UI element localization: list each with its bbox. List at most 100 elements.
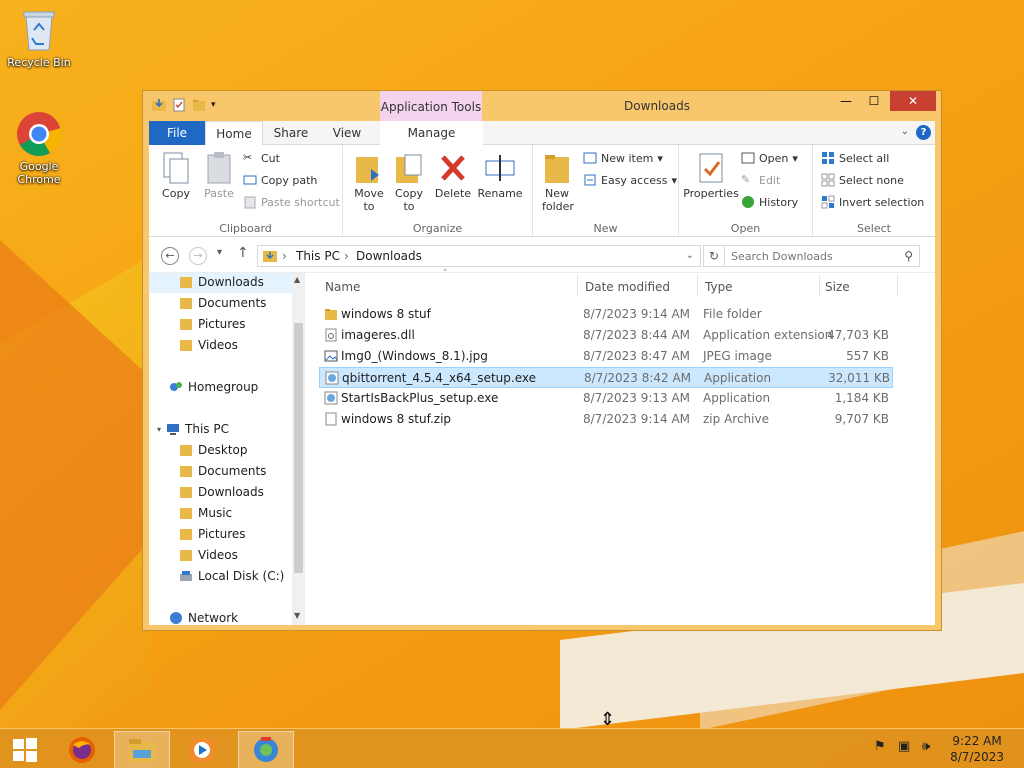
nav-item-documents[interactable]: Documents	[179, 464, 266, 478]
taskbar-media-player[interactable]	[174, 731, 230, 768]
folder-icon	[324, 307, 338, 321]
downloads-folder-icon	[262, 249, 278, 269]
file-row[interactable]: Img0_(Windows_8.1).jpg 8/7/2023 8:47 AM JP…	[319, 346, 893, 367]
file-type: JPEG image	[703, 349, 772, 363]
open-button[interactable]: Open ▾	[741, 151, 798, 165]
copy-path-button[interactable]: Copy path	[243, 173, 317, 187]
taskbar-installer[interactable]	[238, 731, 294, 768]
maximize-button[interactable]: ☐	[861, 91, 887, 111]
nav-item-local-disk[interactable]: Local Disk (C:)	[179, 569, 284, 583]
tab-share[interactable]: Share	[263, 121, 319, 145]
file-date-modified: 8/7/2023 8:42 AM	[584, 371, 692, 385]
search-input[interactable]	[725, 246, 895, 266]
desktop-icon-recycle-bin[interactable]: Recycle Bin	[2, 6, 76, 69]
paste-button[interactable]: Paste	[199, 151, 239, 200]
edit-button[interactable]: ✎ Edit	[741, 173, 780, 187]
nav-item-desktop[interactable]: Desktop	[179, 443, 248, 457]
recycle-bin-icon	[15, 6, 63, 54]
ribbon-expand-icon[interactable]: ⌄	[901, 126, 909, 137]
address-bar[interactable]: › This PC › Downloads ⌄	[257, 245, 701, 267]
nav-item-network[interactable]: Network	[169, 611, 238, 625]
close-button[interactable]: ✕	[890, 91, 936, 111]
system-clock[interactable]: 9:22 AM 8/7/2023	[950, 733, 1004, 765]
paste-icon	[203, 151, 235, 185]
history-button[interactable]: History	[741, 195, 798, 209]
taskbar-firefox[interactable]	[54, 731, 110, 768]
start-button[interactable]	[0, 731, 50, 768]
copy-to-button[interactable]: Copy to	[389, 151, 429, 213]
tab-home[interactable]: Home	[205, 121, 263, 146]
open-icon	[741, 151, 755, 165]
volume-icon[interactable]: 🕪	[922, 739, 930, 754]
copy-button[interactable]: Copy	[155, 151, 197, 200]
cut-button[interactable]: ✂ Cut	[243, 151, 280, 165]
copy-folder-icon	[393, 151, 425, 185]
breadcrumb-downloads[interactable]: Downloads	[356, 246, 422, 266]
easy-access-button[interactable]: Easy access ▾	[583, 173, 677, 187]
search-icon[interactable]: ⚲	[904, 249, 913, 263]
nav-item-music[interactable]: Music	[179, 506, 232, 520]
delete-button[interactable]: Delete	[433, 151, 473, 200]
forward-button[interactable]: →	[189, 247, 207, 265]
scroll-up-icon[interactable]: ▲	[294, 275, 300, 284]
nav-item-videos[interactable]: Videos	[179, 548, 238, 562]
scroll-down-icon[interactable]: ▼	[294, 611, 300, 620]
file-explorer-window: ▾ Application Tools Downloads — ☐ ✕ File…	[142, 90, 942, 730]
help-icon[interactable]: ?	[916, 125, 931, 140]
nav-item-pictures[interactable]: Pictures	[179, 527, 246, 541]
nav-item-documents[interactable]: Documents	[179, 296, 266, 310]
folder-icon	[179, 338, 193, 352]
column-header-name[interactable]: Name	[325, 280, 360, 294]
drive-icon	[179, 569, 193, 583]
nav-item-videos[interactable]: Videos	[179, 338, 238, 352]
zip-icon	[324, 412, 338, 426]
action-center-flag-icon[interactable]: ⚑	[874, 739, 886, 754]
move-to-button[interactable]: Move to	[349, 151, 389, 213]
tab-view[interactable]: View	[319, 121, 375, 145]
up-arrow-icon[interactable]: ↑	[237, 245, 249, 261]
tab-manage[interactable]: Manage	[380, 121, 483, 145]
nav-scrollbar-thumb[interactable]	[294, 323, 303, 573]
invert-selection-button[interactable]: Invert selection	[821, 195, 924, 209]
new-item-button[interactable]: New item ▾	[583, 151, 663, 165]
column-header-size[interactable]: Size	[825, 280, 850, 294]
nav-scrollbar[interactable]: ▲ ▼	[292, 273, 304, 625]
back-button[interactable]: ←	[161, 247, 179, 265]
file-name: windows 8 stuf	[341, 307, 431, 321]
taskbar-file-explorer[interactable]	[114, 731, 170, 768]
column-header-date[interactable]: Date modified	[585, 280, 670, 294]
nav-item-pictures[interactable]: Pictures	[179, 317, 246, 331]
recent-locations-icon[interactable]: ▾	[217, 247, 222, 258]
file-type: zip Archive	[703, 412, 769, 426]
properties-button[interactable]: Properties	[683, 151, 739, 200]
nav-item-this-pc[interactable]: ▾ This PC	[157, 422, 229, 436]
rename-button[interactable]: Rename	[477, 151, 523, 200]
properties-check-icon	[695, 151, 727, 185]
minimize-button[interactable]: —	[833, 91, 859, 111]
nav-item-homegroup[interactable]: Homegroup	[169, 380, 258, 394]
paste-shortcut-button[interactable]: Paste shortcut	[243, 195, 340, 209]
desktop-icon-google-chrome[interactable]: Google Chrome	[2, 110, 76, 186]
new-folder-button[interactable]: New folder	[537, 151, 577, 213]
file-row[interactable]: imageres.dll 8/7/2023 8:44 AM Application …	[319, 325, 893, 346]
taskbar: ⚑ ▣ 🕪 9:22 AM 8/7/2023	[0, 728, 1024, 768]
select-none-button[interactable]: Select none	[821, 173, 904, 187]
address-dropdown-icon[interactable]: ⌄	[686, 246, 694, 266]
file-row[interactable]: windows 8 stuf.zip 8/7/2023 9:14 AM zip Ar…	[319, 409, 893, 430]
new-item-icon	[583, 151, 597, 165]
network-icon[interactable]: ▣	[898, 739, 910, 754]
nav-item-downloads[interactable]: Downloads	[179, 485, 264, 499]
refresh-button[interactable]: ↻	[703, 245, 725, 267]
chevron-down-icon[interactable]: ▾	[157, 425, 161, 434]
file-type: Application	[704, 371, 772, 385]
tab-file[interactable]: File	[149, 121, 205, 145]
column-header-type[interactable]: Type	[705, 280, 733, 294]
installer-icon	[324, 391, 338, 405]
title-bar[interactable]: ▾ Application Tools Downloads — ☐ ✕	[143, 91, 941, 121]
file-row[interactable]: windows 8 stuf 8/7/2023 9:14 AM File folde…	[319, 304, 893, 325]
nav-item-downloads[interactable]: Downloads	[179, 275, 264, 289]
breadcrumb-this-pc[interactable]: This PC	[296, 246, 340, 266]
select-all-button[interactable]: Select all	[821, 151, 889, 165]
file-row[interactable]: StartIsBackPlus_setup.exe 8/7/2023 9:13 A…	[319, 388, 893, 409]
file-row[interactable]: qbittorrent_4.5.4_x64_setup.exe 8/7/2023 …	[319, 367, 893, 388]
